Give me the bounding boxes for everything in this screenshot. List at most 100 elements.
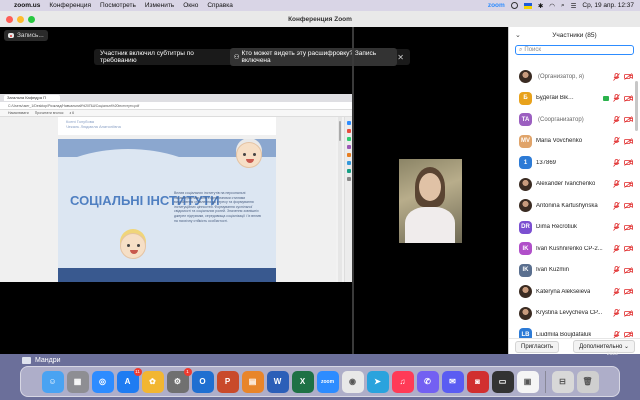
excel-dock-icon[interactable]: X — [291, 370, 314, 393]
participant-row[interactable]: IK Ivan Kushnirenko CP-2... — [509, 238, 633, 260]
split-divider[interactable] — [352, 27, 354, 354]
powerpoint-dock-icon[interactable]: P — [216, 370, 239, 393]
sidebar-app-icon[interactable] — [346, 129, 351, 133]
system-preferences-dock-icon[interactable]: ⚙ 1 — [166, 367, 192, 393]
participant-row[interactable]: MV Maria Vovchenko — [509, 131, 633, 153]
books-dock-icon[interactable]: ▤ — [241, 370, 264, 393]
participants-scrollbar[interactable] — [635, 81, 638, 131]
participant-row[interactable]: IK Ivan Kuzmin — [509, 260, 633, 282]
zoom-dock-icon[interactable]: zoom — [316, 370, 339, 393]
shared-screen[interactable]: Загальна Кафедра П C:/Users/user_1/Deskt… — [0, 94, 352, 282]
participant-video[interactable] — [399, 159, 462, 243]
close-window-button[interactable] — [6, 16, 13, 23]
pdf-tool-read-aloud[interactable]: Прочитати вголос — [35, 111, 64, 115]
word-dock-icon[interactable]: W — [266, 370, 289, 393]
wifi-icon[interactable]: ◠ — [549, 2, 555, 10]
participants-list[interactable]: (Организатор, я) Б Будегай Вікторія... TA (С… — [509, 66, 633, 338]
collapse-chevron-icon[interactable]: ⌄ — [515, 31, 521, 39]
finder-dock-icon[interactable]: ☺ — [41, 370, 64, 393]
activity-monitor-dock-icon[interactable]: ▭ — [491, 370, 514, 393]
participant-row[interactable]: DR Dima Recrotiuk — [509, 217, 633, 239]
telegram-dock-icon[interactable]: ➤ — [366, 370, 389, 393]
browser-address-bar[interactable]: C:/Users/user_1/Desktop/Розклад/Навчальн… — [0, 102, 352, 110]
sidebar-app-icon[interactable] — [346, 177, 351, 181]
participant-status-icons — [613, 223, 633, 232]
participant-status-icons — [613, 180, 633, 189]
pdf-tool-draw[interactable]: Намалювати — [8, 111, 29, 115]
menu-edit[interactable]: Изменить — [145, 2, 174, 9]
messenger-dock-icon[interactable]: ✉ — [441, 370, 464, 393]
preview-dock-icon[interactable]: ▣ — [516, 370, 539, 393]
transcript-visibility-link[interactable]: ⚇ Кто может видеть эту расшифровку? Запи… — [229, 48, 398, 66]
downloads-glyph: ⊟ — [559, 377, 566, 386]
pdf-page-count: з 6 — [69, 111, 75, 115]
pdf-scrollbar[interactable] — [338, 117, 342, 282]
trash-glyph: 🗑 — [582, 377, 593, 386]
participant-row[interactable]: Kateryna Alekseieva — [509, 281, 633, 303]
avatar — [519, 306, 532, 320]
more-options-button[interactable]: Дополнительно ⌄ — [573, 340, 635, 353]
sidebar-app-icon[interactable] — [346, 137, 351, 141]
input-language-flag-icon[interactable] — [523, 2, 532, 9]
child-illustration — [120, 233, 146, 259]
launchpad-dock-icon[interactable]: ▦ — [66, 370, 89, 393]
fullscreen-window-button[interactable] — [28, 16, 35, 23]
invite-button[interactable]: Пригласить — [515, 340, 560, 353]
menu-view[interactable]: Посмотреть — [100, 2, 136, 9]
photo-booth-dock-icon[interactable]: ◙ — [466, 370, 489, 393]
sidebar-search-icon[interactable] — [346, 121, 351, 125]
menu-window[interactable]: Окно — [183, 2, 198, 9]
music-glyph: ♫ — [399, 377, 406, 386]
sidebar-app-icon[interactable] — [346, 145, 351, 149]
mic-muted-icon — [613, 244, 620, 253]
participant-row[interactable]: Alexander Ivanchenko — [509, 174, 633, 196]
minimize-window-button[interactable] — [17, 16, 24, 23]
app-store-dock-icon[interactable]: A 11 — [116, 367, 142, 393]
participant-row[interactable]: Krystina Levycheva CP... — [509, 303, 633, 325]
menu-help[interactable]: Справка — [207, 2, 233, 9]
bluetooth-icon[interactable]: ✱ — [538, 2, 543, 10]
camera-off-icon — [624, 223, 633, 231]
pdf-page-header: Ксені Голубова Чекаль Людмила Анатоліївн… — [58, 117, 276, 135]
dock: ☺ ▦ ◎ A 11 ✿ ⚙ 1 O P ▤ W Xzoom ◉ ➤ ♫ ✆ ✉ ◙ ▭ ▣ ⊟ 🗑 — [20, 366, 620, 397]
sidebar-app-icon[interactable] — [346, 169, 351, 173]
powerpoint-glyph: P — [224, 377, 231, 386]
desktop-item[interactable]: Мандри — [22, 357, 61, 364]
menu-app-name[interactable]: zoom.us — [14, 2, 40, 9]
participant-row[interactable]: TA (Соорганизатор) — [509, 109, 633, 131]
control-center-icon[interactable]: ☰ — [571, 2, 577, 10]
chrome-dock-icon[interactable]: ◉ — [341, 370, 364, 393]
recording-indicator[interactable]: Запись... — [4, 30, 48, 41]
sidebar-app-icon[interactable] — [346, 153, 351, 157]
participant-status-icons — [613, 158, 633, 167]
participant-row[interactable]: (Организатор, я) — [509, 66, 633, 88]
downloads-dock-icon[interactable]: ⊟ — [551, 370, 574, 393]
launchpad-glyph: ▦ — [73, 377, 82, 386]
dock-separator — [544, 370, 546, 393]
participant-row[interactable]: Б Будегай Вікторія... — [509, 88, 633, 110]
datetime[interactable]: Ср, 19 апр. 12:37 — [582, 2, 634, 9]
participant-row[interactable]: LB Liudmila Boujdafaluk — [509, 324, 633, 338]
menu-conference[interactable]: Конференция — [49, 2, 91, 9]
slide-bottom-band — [58, 268, 276, 282]
status-icon[interactable] — [510, 2, 518, 9]
sidebar-app-icon[interactable] — [346, 161, 351, 165]
pdf-header-line-2: Чекаль Людмила Анатоліївна — [66, 124, 121, 129]
participant-status-icons — [613, 287, 633, 296]
participant-row[interactable]: 1 137869 — [509, 152, 633, 174]
participant-row[interactable]: Antonina Kartushynska — [509, 195, 633, 217]
preview-glyph: ▣ — [523, 377, 532, 386]
zoom-status-icon[interactable]: zoom — [488, 2, 505, 9]
outlook-dock-icon[interactable]: O — [191, 370, 214, 393]
browser-tab[interactable]: Загальна Кафедра П — [4, 95, 60, 101]
photos-dock-icon[interactable]: ✿ — [141, 370, 164, 393]
participants-search-input[interactable]: ⌕ Поиск — [515, 45, 634, 55]
viber-dock-icon[interactable]: ✆ — [416, 370, 439, 393]
mic-muted-icon — [613, 115, 620, 124]
safari-dock-icon[interactable]: ◎ — [91, 370, 114, 393]
close-banner-icon[interactable]: ✕ — [397, 53, 404, 62]
search-icon[interactable]: ⌕ — [561, 2, 565, 10]
pdf-viewer[interactable]: Ксені Голубова Чекаль Людмила Анатоліївн… — [0, 117, 336, 282]
trash-dock-icon[interactable]: 🗑 — [576, 370, 599, 393]
music-dock-icon[interactable]: ♫ — [391, 370, 414, 393]
